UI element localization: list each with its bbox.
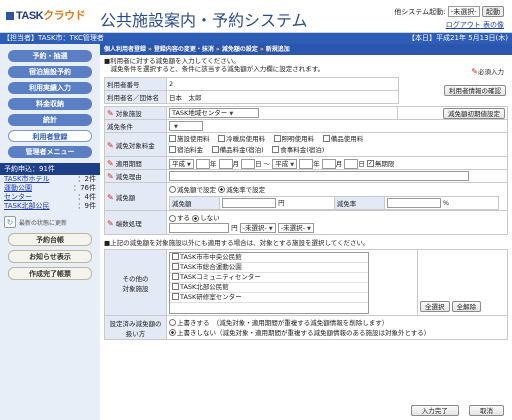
notice-button[interactable]: お知らせ表示 (8, 250, 92, 263)
year-end[interactable] (299, 158, 314, 169)
condition-select[interactable] (169, 121, 203, 131)
era-start[interactable]: 平成 (169, 158, 194, 169)
system-launcher: 他システム起動: -未選択- 起動 (394, 6, 504, 17)
reservations-header: 予約申込：91件 (0, 163, 100, 175)
ledger-button[interactable]: 予約台帳 (8, 233, 92, 246)
header-links: ログアウト 表の像 (446, 20, 504, 30)
rate-input[interactable] (386, 197, 441, 208)
list-item: TASK研修室センター (170, 293, 368, 303)
day-start[interactable] (241, 158, 256, 169)
list-item: TASKコミュニティセンター (170, 273, 368, 283)
rounding-unit-select[interactable]: -未選択- (239, 223, 276, 233)
logout-link[interactable]: ログアウト (446, 21, 481, 29)
facility-list[interactable]: TASK市市中央公民館 TASK市総合運動公園 TASKコミュニティセンター T… (169, 251, 369, 314)
amount-mode-radio[interactable] (169, 186, 176, 193)
user-no-value: 2 (166, 77, 399, 91)
year-start[interactable] (195, 158, 210, 169)
breadcrumb: 個人利用者登録» 登録内容の変更・抹消» 減免額の設定» 新規追加 (100, 44, 512, 55)
logo: TASKクラウド (6, 7, 86, 23)
rounding-method-select[interactable]: -未選択- (277, 223, 314, 233)
amount-input[interactable] (222, 198, 276, 208)
era-end[interactable]: 平成 (272, 158, 298, 169)
fee-checkbox[interactable] (322, 135, 330, 142)
nav-fee-collection[interactable]: 料金収納 (8, 98, 92, 110)
user-info-button[interactable]: 利用者情報の確認 (444, 85, 506, 96)
other-facility-table: その他の 対象施設 TASK市市中央公民館 TASK市総合運動公園 TASKコミ… (104, 249, 508, 340)
count-item[interactable]: TASK北部公民 ：9件 (0, 202, 100, 211)
info-bar: 【担当者】TASK市：TKC管理者 【本日】平成21年 5月13日(木) (0, 33, 512, 44)
month-end[interactable] (321, 158, 336, 169)
refresh-icon: ↻ (4, 216, 16, 228)
other-facility-note: ■上記の減免額を対象施設以外にも適用する場合は、対象とする施設を選択してください… (104, 239, 370, 247)
day-end[interactable] (344, 158, 359, 169)
nav-lodging[interactable]: 宿泊施設予約 (8, 66, 92, 78)
list-item: TASK北部公民館 (170, 283, 368, 293)
app-title: 公共施設案内・予約システム (100, 11, 308, 30)
count-item[interactable]: 運動公園 ：76件 (0, 184, 100, 193)
initial-value-button[interactable]: 減免額初期値設定 (443, 107, 505, 119)
nav-reservation[interactable]: 予約・抽選 (8, 50, 92, 62)
rounding-input[interactable] (169, 223, 229, 233)
launch-button[interactable]: 起動 (482, 6, 504, 17)
select-all-button[interactable]: 全選択 (420, 301, 450, 312)
report-button[interactable]: 作成完了帳票 (8, 267, 92, 280)
complete-button[interactable]: 入力完了 (410, 405, 459, 416)
pencil-icon: ✎ (471, 67, 478, 76)
required-legend: ✎必須入力 (471, 67, 504, 76)
nav-admin-menu[interactable]: 管理者メニュー (8, 146, 92, 158)
app-header: TASKクラウド 公共施設案内・予約システム 他システム起動: -未選択- 起動… (0, 0, 512, 33)
user-info-table: 利用者番号 2 利用者情報の確認 利用者名／団体名 日本 太郎 (104, 77, 508, 104)
reason-input[interactable] (169, 171, 469, 181)
nav-usage-input[interactable]: 利用実績入力 (8, 82, 92, 94)
operator-label: 【担当者】TASK市：TKC管理者 (3, 34, 104, 42)
today-label: 【本日】平成21年 5月13日(木) (408, 34, 508, 42)
fee-checkbox[interactable] (272, 146, 280, 153)
fee-checkbox[interactable] (273, 135, 281, 142)
user-name-value: 日本 太郎 (166, 90, 399, 104)
no-overwrite-radio[interactable] (169, 329, 176, 336)
fee-checkbox[interactable] (169, 146, 176, 153)
cancel-button[interactable]: 取消 (469, 405, 504, 416)
nav-statistics[interactable]: 統計 (8, 114, 92, 126)
help-link[interactable]: 表の像 (483, 21, 504, 29)
list-item: TASK市総合運動公園 (170, 263, 368, 273)
count-item[interactable]: センター ：4件 (0, 193, 100, 202)
month-start[interactable] (218, 158, 233, 169)
fee-checkbox[interactable] (218, 135, 226, 142)
system-select[interactable]: -未選択- (447, 6, 480, 17)
clear-all-button[interactable]: 全解除 (451, 301, 482, 312)
fee-checkbox[interactable] (211, 146, 219, 153)
rounding-off-radio[interactable] (192, 214, 200, 222)
count-item[interactable]: TASK市ホテル ：2件 (0, 175, 100, 184)
no-limit-checkbox[interactable] (366, 160, 374, 167)
reduction-form: ✎ 対象施設 TASK地域センター 減免額初期値設定 減免条件 ✎ 減免対象料金… (104, 106, 508, 235)
pencil-icon: ✎ (107, 109, 114, 118)
overwrite-radio[interactable] (169, 319, 176, 326)
rate-mode-radio[interactable] (218, 186, 226, 193)
sidebar: 予約・抽選 宿泊施設予約 利用実績入力 料金収納 統計 利用者登録 管理者メニュ… (0, 44, 100, 420)
instructions: ■利用者に対する減免額を入力してください。 減免条件を選択すると、条件に該当する… (104, 57, 325, 73)
fee-checkbox[interactable] (169, 135, 176, 142)
refresh-button[interactable]: ↻ 最新の状態に更新 (4, 216, 96, 228)
nav-user-registration[interactable]: 利用者登録 (8, 130, 92, 142)
main-panel: 個人利用者登録» 登録内容の変更・抹消» 減免額の設定» 新規追加 ■利用者に対する減… (100, 44, 512, 420)
facility-select[interactable]: TASK地域センター (169, 108, 259, 118)
list-item: TASK市市中央公民館 (170, 253, 368, 263)
rounding-on-radio[interactable] (169, 214, 176, 222)
